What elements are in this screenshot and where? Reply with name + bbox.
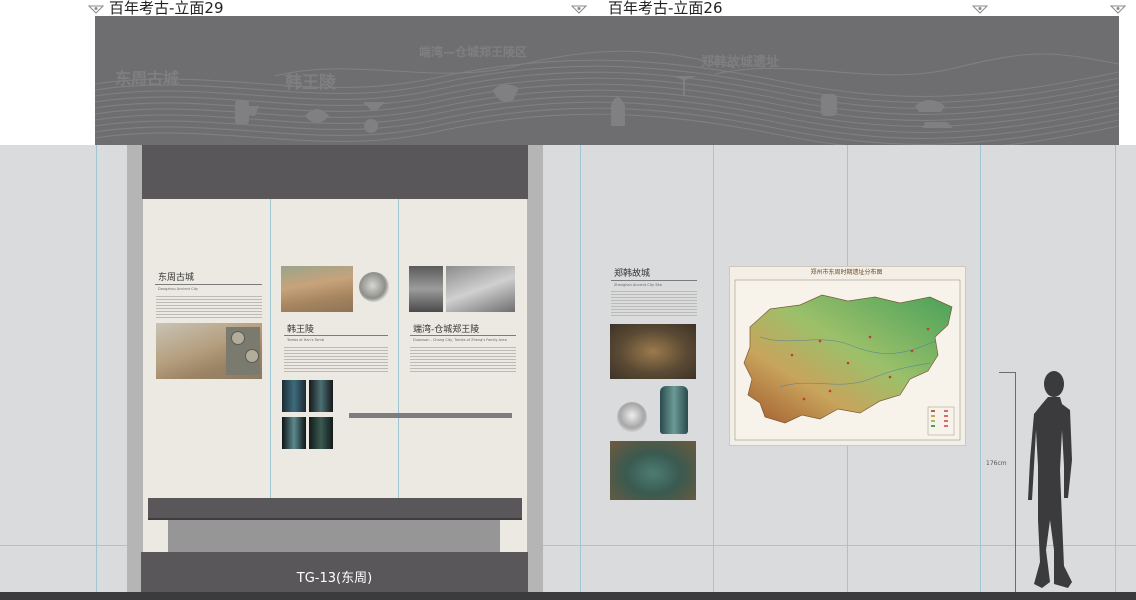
panel-subtitle-han-king-tomb: Tombs of Han's Tomb: [287, 338, 324, 342]
elevation-marker-icon: [88, 5, 104, 14]
text-block: [611, 291, 697, 317]
wave-pattern: [95, 50, 1119, 145]
dimension-line: [1015, 372, 1016, 592]
elevation-marker-icon: [571, 5, 587, 14]
wall-panel-title: 郑韩故城: [614, 269, 651, 279]
title-underline: [611, 280, 697, 281]
title-underline: [284, 335, 388, 336]
banner-text-east-zhou: 东周古城: [115, 69, 180, 88]
banner-text-zhenghan: 郑韩故城遗址: [701, 55, 780, 70]
guide-line: [1115, 145, 1116, 595]
display-case-plinth: [168, 520, 500, 552]
archive-photo: [409, 266, 443, 312]
title-underline: [155, 284, 262, 285]
jade-artifact-photo: [309, 417, 333, 449]
top-banner: 东周古城 韩王陵 端湾—仓城郑王陵区 郑韩故城遗址: [95, 16, 1119, 145]
panel-subtitle-xuwan: Duanwan - Chang City, Tombs of Zheng's F…: [413, 338, 507, 342]
guide-line: [96, 145, 97, 595]
distribution-map: [734, 279, 961, 441]
bronze-vessel-photo: [660, 386, 688, 434]
bronze-bells-photo: [610, 441, 696, 500]
panel-subtitle-east-zhou: Dongzhou Ancient City: [158, 287, 199, 291]
jade-artifact-photo: [282, 417, 306, 449]
display-case-shelf: [148, 498, 522, 520]
elevation-marker-icon: [972, 5, 988, 14]
panel-title-han-king-tomb: 韩王陵: [287, 325, 315, 335]
floor-line: [0, 592, 1136, 600]
display-case-label: TG-13(东周): [296, 571, 373, 586]
site-aerial-photo: [610, 324, 696, 379]
excavation-photo: [156, 323, 262, 379]
artifact-photo: [617, 402, 647, 432]
panel-divider: [270, 199, 271, 498]
jade-artifact-photo: [309, 380, 333, 412]
elevation-title-left: 百年考古-立面29: [109, 0, 224, 17]
rail-bar: [349, 413, 512, 418]
text-block: [284, 347, 388, 373]
jade-artifact-photo: [282, 380, 306, 412]
banner-text-xuwan: 端湾—仓城郑王陵区: [419, 45, 528, 59]
text-block: [410, 347, 516, 373]
human-silhouette-icon: [1028, 371, 1072, 588]
elevation-title-right: 百年考古-立面26: [608, 0, 723, 17]
guide-line: [713, 145, 714, 595]
archive-photo: [446, 266, 515, 312]
wall-panel-subtitle: Zhenghan Ancient City Site: [614, 283, 662, 287]
title-underline: [410, 335, 516, 336]
artifact-photo: [359, 272, 389, 302]
banner-text-han-king-tomb: 韩王陵: [285, 73, 336, 93]
dimension-tick: [999, 372, 1015, 373]
guide-line: [580, 145, 581, 595]
height-dimension-label: 176cm: [986, 460, 1007, 467]
panel-title-xuwan: 端湾-仓城郑王陵: [413, 325, 480, 335]
panel-divider: [398, 199, 399, 498]
panel-title-east-zhou: 东周古城: [158, 273, 195, 283]
text-block: [156, 296, 262, 318]
elevation-marker-icon: [1110, 5, 1126, 14]
display-case-top: [142, 145, 528, 199]
tomb-site-photo: [281, 266, 353, 312]
distribution-map-frame: [729, 266, 966, 446]
map-title: 郑州市东周时期遗址分布图: [810, 269, 883, 276]
guide-line: [980, 145, 981, 595]
